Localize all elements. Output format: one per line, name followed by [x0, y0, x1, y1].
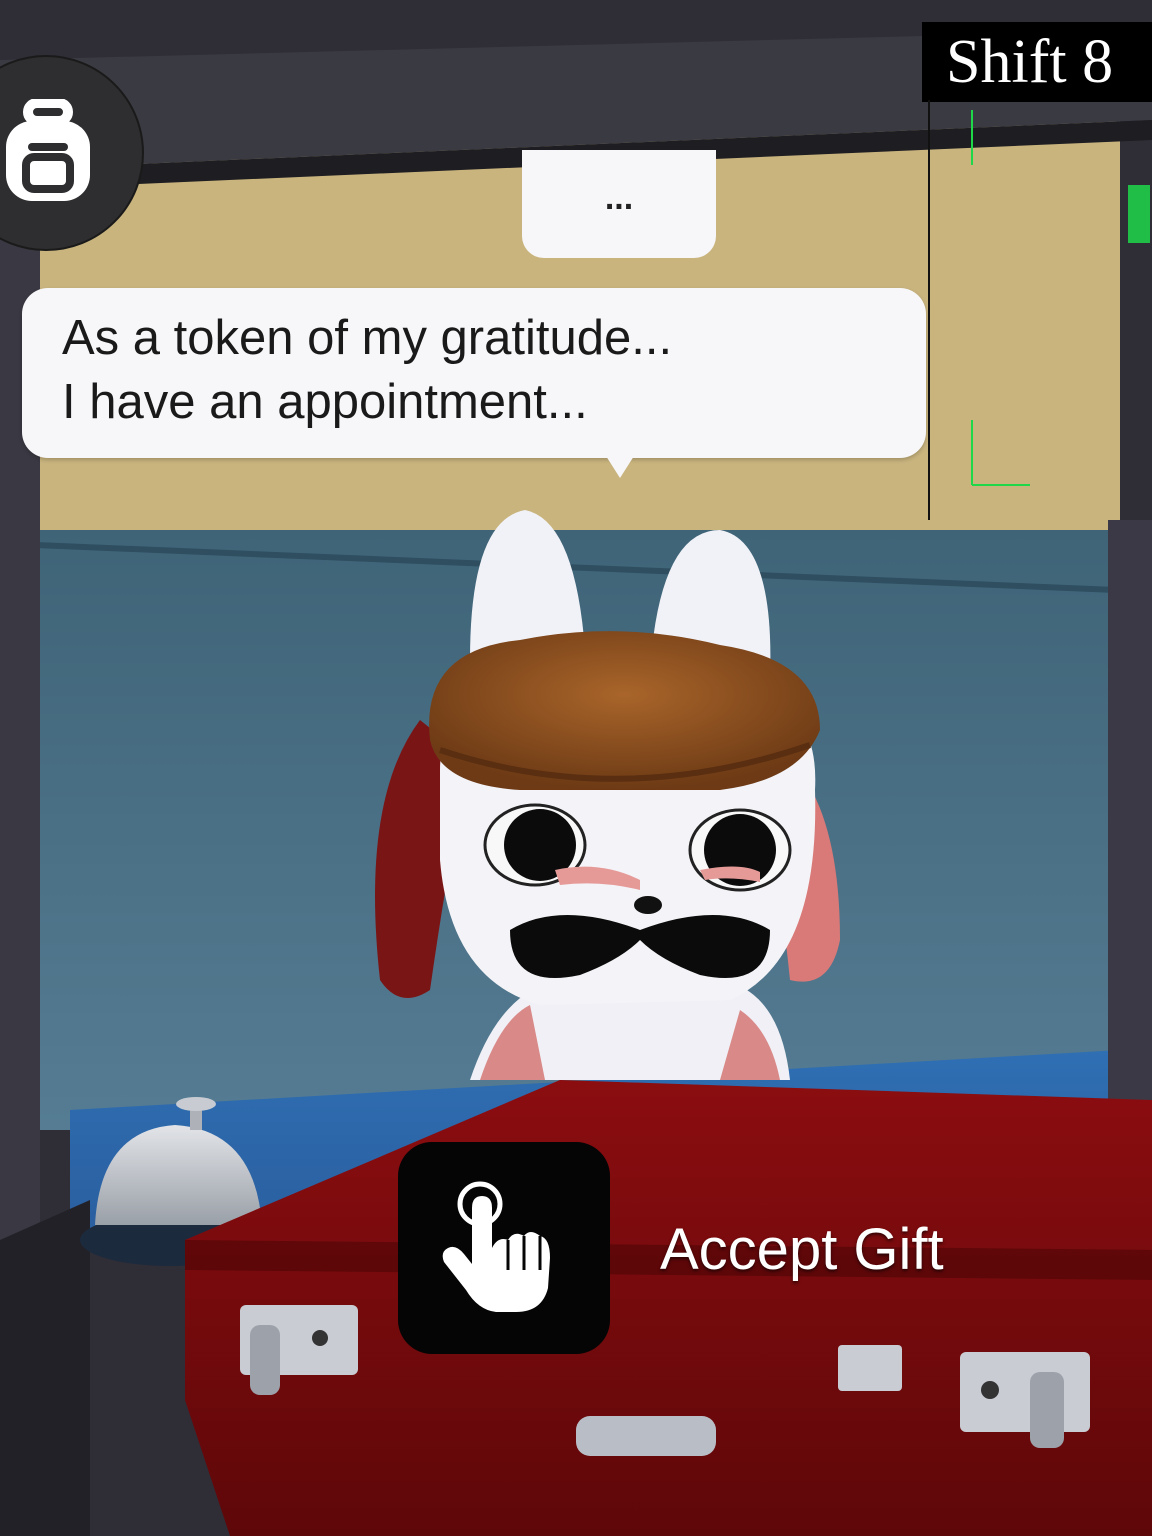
backpack-icon — [6, 99, 90, 201]
accept-gift-label[interactable]: Accept Gift — [660, 1216, 944, 1283]
speech-bubble-tail — [606, 456, 634, 478]
game-viewport: Shift 8 ... As a token of my gratitude..… — [0, 0, 1152, 1536]
accept-gift-button[interactable] — [398, 1142, 610, 1354]
speech-bubble: As a token of my gratitude... I have an … — [22, 288, 926, 458]
dialogue-line-2: I have an appointment... — [62, 375, 588, 429]
thinking-text: ... — [604, 179, 634, 217]
security-monitor — [928, 100, 1152, 520]
tap-hand-icon — [442, 1181, 550, 1312]
dialogue-line-1: As a token of my gratitude... — [62, 311, 673, 365]
shift-counter: Shift 8 — [922, 22, 1152, 102]
thinking-bubble: ... — [522, 150, 716, 258]
